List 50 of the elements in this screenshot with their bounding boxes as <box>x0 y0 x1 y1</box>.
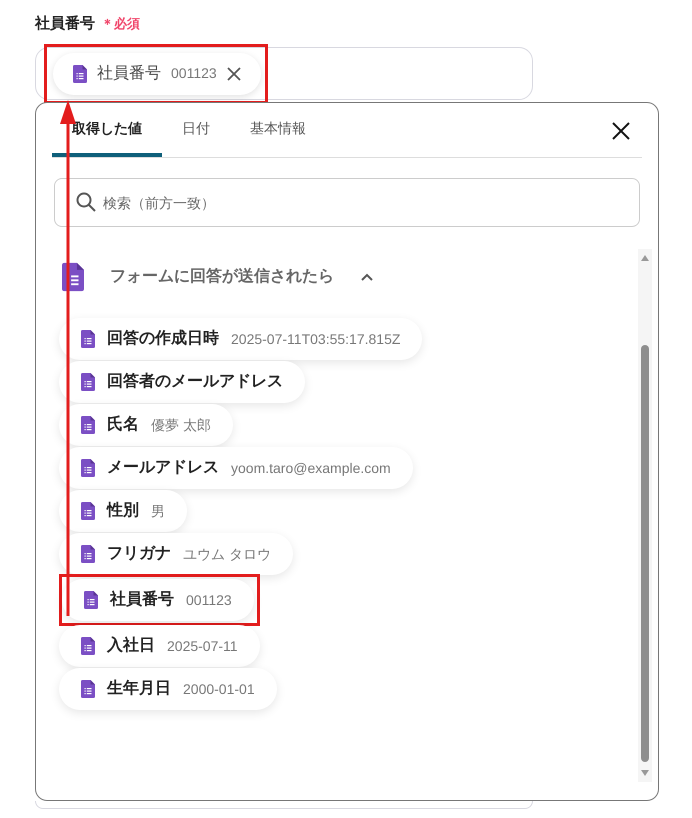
chip-value: yoom.taro@example.com <box>231 458 391 478</box>
value-chip[interactable]: メールアドレス yoom.taro@example.com <box>59 447 413 489</box>
chip-value: 優夢 太郎 <box>151 416 211 434</box>
tab[interactable]: 基本情報 <box>230 103 326 157</box>
chip-name: フリガナ <box>107 544 171 564</box>
document-icon <box>81 330 95 348</box>
chip-name: 社員番号 <box>110 589 174 610</box>
chip-name: メールアドレス <box>107 458 219 478</box>
value-chip[interactable]: 性別 男 <box>59 490 187 532</box>
value-chip[interactable]: フリガナ ユウム タロウ <box>59 533 293 575</box>
document-icon <box>81 416 95 434</box>
chip-name: 社員番号 <box>97 64 161 84</box>
chip-name: 性別 <box>107 500 139 521</box>
chip-name: 回答の作成日時 <box>107 328 219 349</box>
value-chip[interactable]: 生年月日 2000-01-01 <box>59 668 277 710</box>
search-field[interactable]: 検索（前方一致） <box>54 178 640 227</box>
document-icon <box>81 373 95 391</box>
chip-value: 001123 <box>186 590 232 610</box>
value-chip[interactable]: 氏名 優夢 太郎 <box>59 404 233 446</box>
close-icon[interactable] <box>226 66 241 80</box>
chip-value: 2000-01-01 <box>183 680 255 698</box>
document-icon <box>81 545 95 563</box>
group-title: フォームに回答が送信されたら <box>110 266 334 287</box>
document-icon <box>84 591 98 609</box>
document-icon <box>81 459 95 477</box>
chip-name: 入社日 <box>107 635 155 656</box>
required-mark: ＊必須 <box>101 15 140 34</box>
chevron-up-icon[interactable] <box>360 272 374 282</box>
chip-value: ユウム タロウ <box>183 544 271 564</box>
value-chip[interactable]: 社員番号 001123 <box>62 579 254 621</box>
chip-name: 回答者のメールアドレス <box>107 372 283 392</box>
close-icon[interactable] <box>612 122 630 140</box>
scroll-down-icon[interactable] <box>641 770 649 776</box>
chip-value: 男 <box>151 502 165 520</box>
chip-value: 2025-07-11 <box>167 636 238 656</box>
chip-value: 001123 <box>171 64 217 83</box>
scroll-up-icon[interactable] <box>641 255 649 261</box>
chip-name: 氏名 <box>107 414 139 435</box>
chip-value: 2025-07-11T03:55:17.815Z <box>231 330 400 348</box>
value-chip[interactable]: 回答者のメールアドレス <box>59 361 305 403</box>
value-chip[interactable]: 入社日 2025-07-11 <box>59 625 260 667</box>
document-icon <box>81 637 95 655</box>
document-icon <box>73 64 87 82</box>
value-chip[interactable]: 回答の作成日時 2025-07-11T03:55:17.815Z <box>59 318 422 360</box>
document-icon <box>81 502 95 520</box>
tab[interactable]: 日付 <box>162 103 230 157</box>
document-icon <box>81 680 95 698</box>
search-icon <box>76 192 96 212</box>
field-label: 社員番号 <box>35 14 95 34</box>
chip-name: 生年月日 <box>107 678 171 699</box>
